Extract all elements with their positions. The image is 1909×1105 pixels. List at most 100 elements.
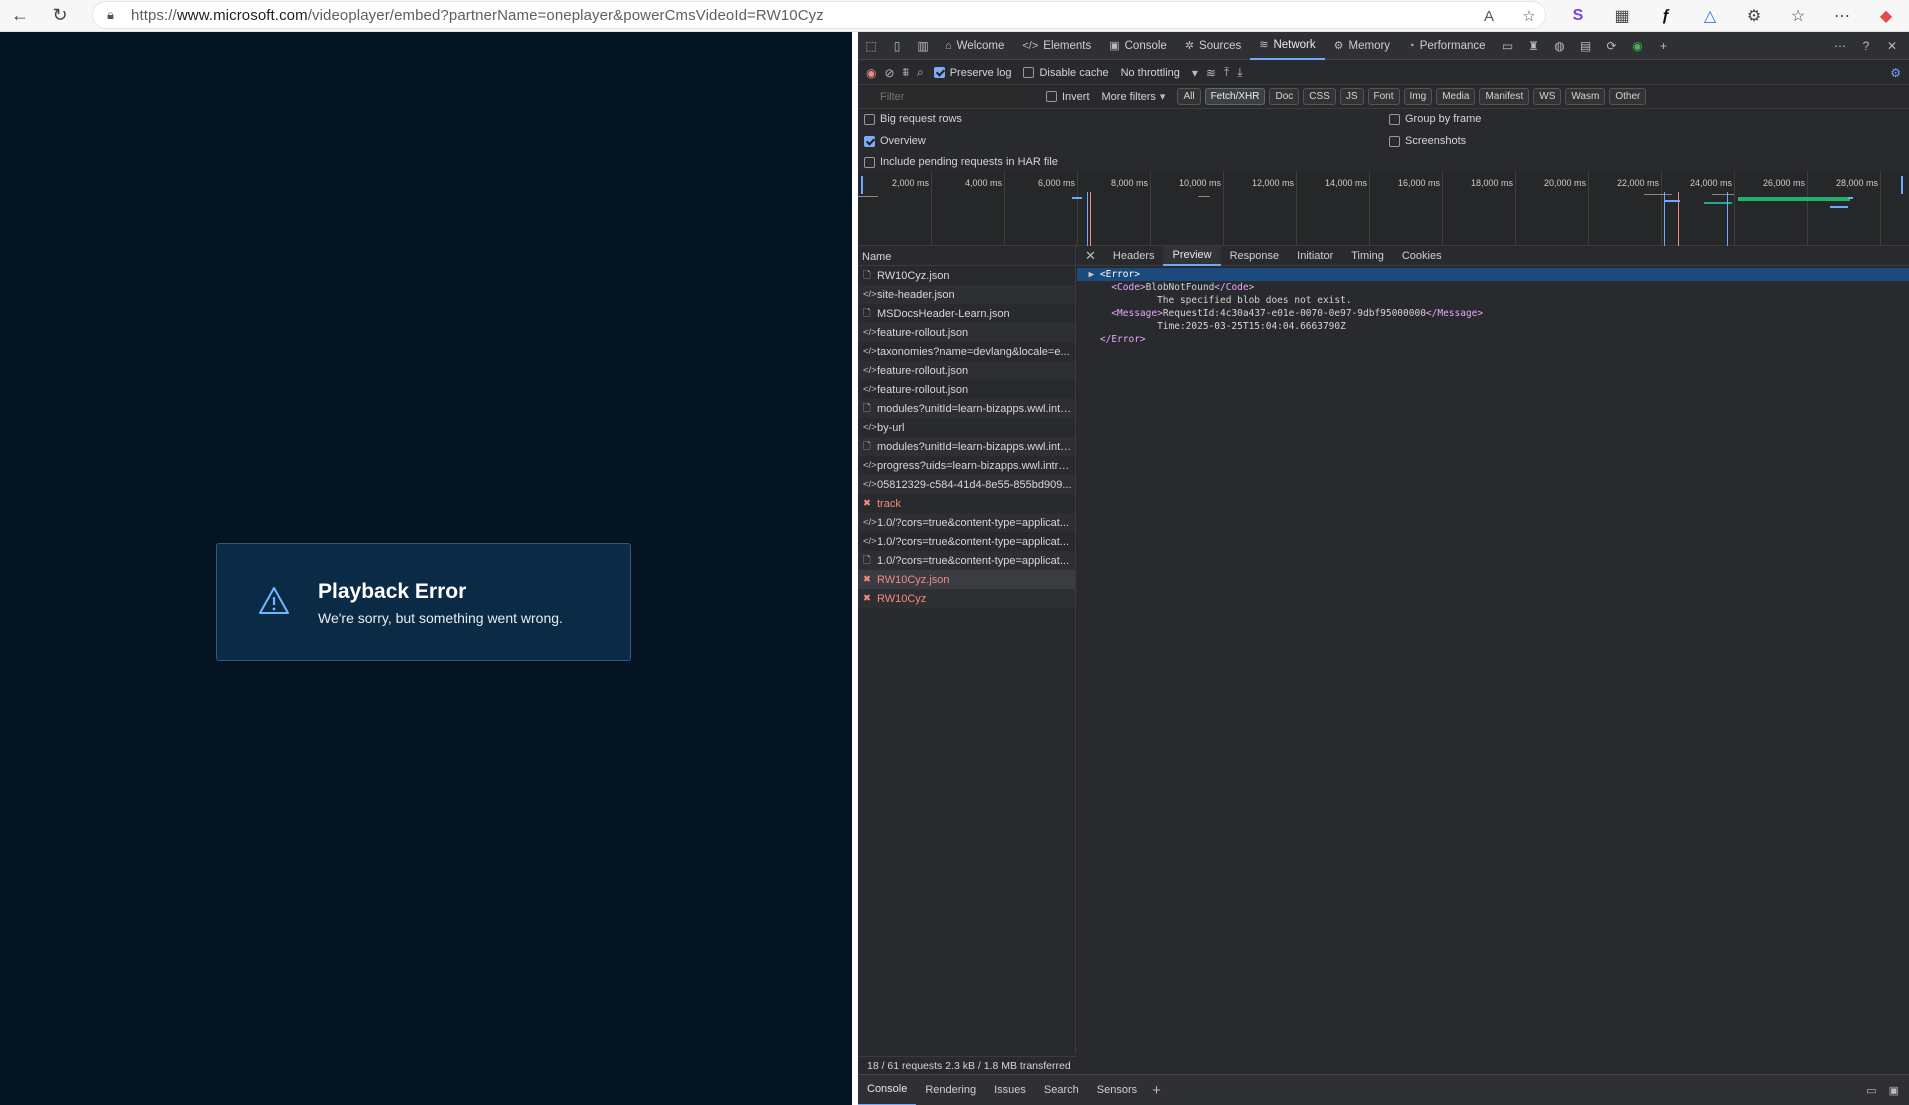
request-row[interactable]: </> 05812329-c584-41d4-8e55-855bd909... — [858, 475, 1075, 494]
add-drawer-tab-icon[interactable]: + — [1146, 1082, 1167, 1099]
tab-headers[interactable]: Headers — [1104, 246, 1164, 266]
tab-sources[interactable]: ✲ Sources — [1176, 32, 1250, 60]
drawer-tab-rendering[interactable]: Rendering — [916, 1075, 985, 1105]
expand-triangle-icon[interactable]: ▶ — [1077, 269, 1100, 280]
close-icon[interactable]: ✕ — [1879, 39, 1905, 53]
request-row[interactable]: </> by-url — [858, 418, 1075, 437]
filter-font[interactable]: Font — [1367, 88, 1400, 105]
filter-media[interactable]: Media — [1436, 88, 1476, 105]
more-options-icon[interactable]: ⋯ — [1827, 39, 1853, 53]
filter-img[interactable]: Img — [1403, 88, 1433, 105]
request-row[interactable]: 🗋︎ MSDocsHeader-Learn.json — [858, 304, 1075, 323]
request-row[interactable]: 🗋︎ 1.0/?cors=true&content-type=applicat..… — [858, 551, 1075, 570]
drawer-tab-console[interactable]: Console — [858, 1075, 917, 1105]
screenshots-checkbox[interactable] — [1389, 135, 1400, 147]
extensions-puzzle-icon[interactable]: ⚙ — [1732, 6, 1776, 26]
lighthouse-icon[interactable]: ♜ — [1521, 39, 1547, 53]
throttling-select[interactable]: No throttling — [1121, 67, 1180, 79]
help-icon[interactable]: ? — [1853, 39, 1879, 53]
filter-doc[interactable]: Doc — [1269, 88, 1300, 105]
extension-f-icon[interactable]: ƒ — [1644, 7, 1688, 25]
tab-preview[interactable]: Preview — [1163, 245, 1221, 266]
search-icon[interactable]: ⌕ — [917, 65, 924, 80]
extension-s-icon[interactable]: S — [1556, 7, 1600, 25]
tab-console[interactable]: ▣ Console — [1100, 32, 1176, 60]
inspect-icon[interactable]: ⬚ — [858, 39, 884, 53]
favorite-star-icon[interactable]: ☆ — [1509, 7, 1549, 25]
close-detail-icon[interactable]: ✕ — [1077, 248, 1104, 264]
name-column-header[interactable]: Name — [858, 246, 1075, 266]
tab-cookies[interactable]: Cookies — [1393, 246, 1451, 266]
xml-root-line[interactable]: ▶ <Error> — [1077, 268, 1909, 281]
close-drawer-icon[interactable]: ▣ — [1885, 1084, 1909, 1097]
filter-wasm[interactable]: Wasm — [1565, 88, 1606, 105]
extension-grid-icon[interactable]: ▦ — [1600, 6, 1644, 26]
filter-other[interactable]: Other — [1609, 88, 1647, 105]
drawer-tab-search[interactable]: Search — [1035, 1075, 1088, 1105]
request-row[interactable]: </> feature-rollout.json — [858, 361, 1075, 380]
filter-js[interactable]: JS — [1339, 88, 1364, 105]
copilot-icon[interactable]: ◆ — [1864, 6, 1908, 26]
har-pending-checkbox[interactable] — [864, 156, 875, 168]
request-row[interactable]: 🗋︎ RW10Cyz.json — [858, 266, 1075, 285]
drawer-tab-issues[interactable]: Issues — [985, 1075, 1035, 1105]
recorder-icon[interactable]: ◉ — [1625, 39, 1651, 53]
tab-network[interactable]: ≋ Network — [1250, 32, 1325, 60]
dock-drawer-icon[interactable]: ▭ — [1858, 1084, 1884, 1097]
request-row[interactable]: 🗋︎ modules?unitId=learn-bizapps.wwl.intr.… — [858, 399, 1075, 418]
request-row-error[interactable]: ✖ track — [858, 494, 1075, 513]
security-icon[interactable]: ▤ — [1573, 39, 1599, 53]
filter-ws[interactable]: WS — [1533, 88, 1562, 105]
invert-checkbox[interactable] — [1046, 91, 1057, 102]
more-filters-dropdown[interactable]: More filters — [1102, 91, 1156, 103]
tab-response[interactable]: Response — [1221, 246, 1289, 266]
refresh-icon[interactable]: ↻ — [40, 0, 80, 32]
filter-all[interactable]: All — [1177, 88, 1201, 105]
preserve-log-checkbox[interactable] — [933, 67, 945, 78]
back-icon[interactable]: ← — [0, 0, 40, 32]
tab-memory[interactable]: ⚙ Memory — [1325, 32, 1399, 60]
request-row[interactable]: </> site-header.json — [858, 285, 1075, 304]
device-toolbar-icon[interactable]: ▯ — [884, 39, 910, 53]
favorites-icon[interactable]: ☆ — [1776, 6, 1820, 26]
request-row-error[interactable]: ✖ RW10Cyz — [858, 589, 1075, 608]
filter-toggle-icon[interactable]: ⩩ — [903, 65, 909, 80]
request-row[interactable]: </> feature-rollout.json — [858, 380, 1075, 399]
chevron-down-icon[interactable]: ▾ — [1192, 66, 1198, 80]
request-row[interactable]: </> feature-rollout.json — [858, 323, 1075, 342]
request-row[interactable]: </> taxonomies?name=devlang&locale=e... — [858, 342, 1075, 361]
address-bar[interactable]: 🔒︎ https://www.microsoft.com/videoplayer… — [92, 1, 1546, 29]
download-icon[interactable]: ⤓ — [1237, 65, 1242, 80]
tab-performance[interactable]: ◔ Performance — [1399, 32, 1495, 60]
request-row[interactable]: </> 1.0/?cors=true&content-type=applicat.… — [858, 532, 1075, 551]
clear-icon[interactable]: ⊘ — [884, 66, 894, 80]
group-by-frame-checkbox[interactable] — [1389, 113, 1400, 125]
settings-gear-icon[interactable]: ⚙ — [1890, 66, 1901, 80]
tab-welcome[interactable]: ⌂ Welcome — [936, 32, 1013, 60]
request-row[interactable]: </> progress?uids=learn-bizapps.wwl.intro… — [858, 456, 1075, 475]
request-row[interactable]: </> 1.0/?cors=true&content-type=applicat.… — [858, 513, 1075, 532]
overview-checkbox[interactable] — [864, 135, 875, 147]
upload-icon[interactable]: ⤒ — [1224, 65, 1229, 80]
request-row-selected[interactable]: ✖ RW10Cyz.json — [858, 570, 1075, 589]
more-menu-icon[interactable]: ⋯ — [1820, 6, 1864, 26]
extension-drive-icon[interactable]: △ — [1688, 6, 1732, 26]
application-icon[interactable]: ▭ — [1495, 39, 1521, 53]
tab-elements[interactable]: </> Elements — [1013, 32, 1100, 60]
url-text[interactable]: https://www.microsoft.com/videoplayer/em… — [131, 7, 824, 24]
big-rows-checkbox[interactable] — [864, 113, 875, 125]
network-conditions-icon[interactable]: ◍ — [1547, 39, 1573, 53]
filter-fetch-xhr[interactable]: Fetch/XHR — [1204, 88, 1266, 105]
sidebar-toggle-icon[interactable]: ▥ — [910, 39, 936, 53]
record-icon[interactable]: ◉ — [866, 66, 876, 80]
tab-initiator[interactable]: Initiator — [1288, 246, 1342, 266]
drawer-tab-sensors[interactable]: Sensors — [1088, 1075, 1146, 1105]
disable-cache-checkbox[interactable] — [1023, 67, 1035, 78]
filter-input[interactable] — [866, 87, 1034, 106]
read-aloud-icon[interactable]: A — [1469, 8, 1509, 25]
network-conditions-icon[interactable]: ≋ — [1206, 66, 1216, 80]
network-overview-timeline[interactable]: 2,000 ms 4,000 ms 6,000 ms 8,000 ms 10,0… — [858, 172, 1909, 246]
filter-css[interactable]: CSS — [1303, 88, 1336, 105]
refresh-panel-icon[interactable]: ⟳ — [1599, 39, 1625, 53]
add-tab-icon[interactable]: + — [1651, 39, 1677, 53]
